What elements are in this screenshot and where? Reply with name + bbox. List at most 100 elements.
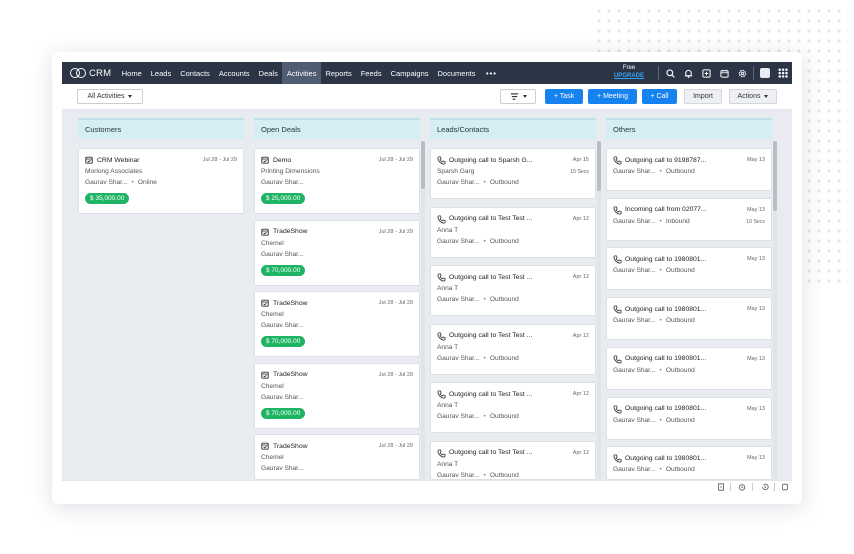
leads-contacts-scrollbar[interactable] <box>597 141 601 481</box>
card-title[interactable]: Outgoing call to 1980801... <box>613 305 706 314</box>
card-title[interactable]: Outgoing call to 1980801... <box>613 355 706 364</box>
nav-accounts[interactable]: Accounts <box>214 62 254 84</box>
card-title[interactable]: Outgoing call to Sparsh G... <box>437 156 533 165</box>
leads-contacts-scroll-thumb[interactable] <box>597 141 601 191</box>
card-related-to[interactable]: Sparsh Garg <box>437 168 474 175</box>
others-scroll-thumb[interactable] <box>773 141 777 211</box>
card-title[interactable]: Outgoing call to 9198787... <box>613 156 707 165</box>
card-title[interactable]: Incoming call from 02077... <box>613 206 707 215</box>
card-related-to[interactable]: Anna T <box>437 227 458 234</box>
card-related-to[interactable]: Morlong Associates <box>85 168 142 175</box>
add-call-button[interactable]: + Call <box>642 89 677 104</box>
nav-campaigns[interactable]: Campaigns <box>386 62 433 84</box>
activity-card-open-deals[interactable]: TradeShow Jul 28 - Jul 29 Chemel Gaurav Sha… <box>254 362 420 429</box>
upgrade-link[interactable]: UPGRADE <box>614 73 644 81</box>
card-related-to[interactable]: Anna T <box>437 461 458 468</box>
activity-card-others[interactable]: Outgoing call to 1980801... May 13 Gaurav … <box>606 297 772 341</box>
nav-documents[interactable]: Documents <box>433 62 480 84</box>
actions-label: Actions <box>737 93 761 100</box>
history-icon[interactable] <box>760 482 770 492</box>
nav-feeds[interactable]: Feeds <box>356 62 386 84</box>
upgrade-badge[interactable]: Free UPGRADE <box>614 65 644 80</box>
nav-leads[interactable]: Leads <box>146 62 175 84</box>
card-title[interactable]: TradeShow <box>261 299 308 307</box>
card-title[interactable]: Demo <box>261 156 291 164</box>
card-date: Jul 28 - Jul 29 <box>378 300 413 306</box>
activity-card-leads-contacts[interactable]: Outgoing call to Test Test ... Apr 12 Anna… <box>430 382 596 433</box>
card-title[interactable]: Outgoing call to Test Test ... <box>437 331 532 341</box>
activity-card-open-deals[interactable]: TradeShow Jul 28 - Jul 29 Chemel Gaurav Sha… <box>254 219 420 286</box>
card-title-text: TradeShow <box>273 442 308 450</box>
card-title[interactable]: Outgoing call to Test Test ... <box>437 273 532 282</box>
card-title[interactable]: Outgoing call to 1980801... <box>613 404 706 414</box>
activity-card-others[interactable]: Outgoing call to 1980801... May 13 Gaurav … <box>606 396 772 440</box>
actions-dropdown[interactable]: Actions <box>729 89 777 104</box>
card-meta: Outbound <box>489 471 519 479</box>
separator-dot: • <box>659 168 662 175</box>
settings-icon[interactable] <box>733 62 751 84</box>
card-meta: Outbound <box>665 317 695 325</box>
activity-card-others[interactable]: Incoming call from 02077... May 13 10 Secs… <box>606 197 772 241</box>
calendar-icon[interactable] <box>715 62 733 84</box>
separator-dot: • <box>483 413 486 420</box>
view-switcher-dropdown[interactable] <box>500 89 536 104</box>
card-title[interactable]: CRM Webinar <box>85 156 140 164</box>
card-title[interactable]: TradeShow <box>261 442 308 450</box>
card-meta: Outbound <box>489 413 519 420</box>
card-owner: Gaurav Shar... <box>437 413 480 420</box>
card-title[interactable]: Outgoing call to 1980801... <box>613 255 706 264</box>
add-task-button[interactable]: + Task <box>545 89 583 104</box>
card-title[interactable]: TradeShow <box>261 228 308 236</box>
nav-activities[interactable]: Activities <box>282 62 321 84</box>
activity-card-others[interactable]: Outgoing call to 1980801... May 13 Gaurav … <box>606 247 772 291</box>
nav-reports[interactable]: Reports <box>321 62 356 84</box>
card-title[interactable]: TradeShow <box>261 371 308 379</box>
card-title-text: Outgoing call to Sparsh G... <box>449 156 533 164</box>
card-title-text: Outgoing call to 9198787... <box>625 156 707 164</box>
card-title[interactable]: Outgoing call to Test Test ... <box>437 214 532 224</box>
card-related-to[interactable]: Anna T <box>437 344 458 351</box>
activity-card-others[interactable]: Outgoing call to 1980801... May 13 Gaurav … <box>606 346 772 390</box>
nav-contacts[interactable]: Contacts <box>176 62 215 84</box>
activity-card-leads-contacts[interactable]: Outgoing call to Test Test ... Apr 12 Anna… <box>430 265 596 316</box>
add-record-icon[interactable] <box>697 62 715 84</box>
calendar-check-icon <box>261 299 269 307</box>
nav-home[interactable]: Home <box>117 62 146 84</box>
card-title[interactable]: Outgoing call to 1980801... <box>613 454 706 463</box>
activity-card-leads-contacts[interactable]: Outgoing call to Test Test ... Apr 12 Anna… <box>430 323 596 375</box>
activity-card-leads-contacts[interactable]: Outgoing call to Sparsh G... Apr 15 15 Sec… <box>430 148 596 199</box>
card-related-to[interactable]: Anna T <box>437 285 458 292</box>
activity-card-customers[interactable]: CRM Webinar Jul 28 - Jul 29 Morlong Associ… <box>78 148 244 214</box>
bell-icon[interactable] <box>679 62 697 84</box>
open-deals-scrollbar[interactable] <box>421 141 425 481</box>
card-related-to[interactable]: Chemel <box>261 454 284 461</box>
alarm-icon[interactable] <box>737 482 747 492</box>
nav-deals[interactable]: Deals <box>254 62 282 84</box>
nav-more-menu[interactable]: ••• <box>480 62 503 84</box>
card-related-to[interactable]: Chemel <box>261 383 284 390</box>
card-title[interactable]: Outgoing call to Test Test ... <box>437 390 532 399</box>
open-deals-scroll-thumb[interactable] <box>421 141 425 189</box>
card-related-to[interactable]: Printing Dimensions <box>261 168 320 175</box>
card-related-to[interactable]: Chemel <box>261 240 284 247</box>
add-meeting-button[interactable]: + Meeting <box>588 89 637 104</box>
activity-card-open-deals[interactable]: TradeShow Jul 28 - Jul 29 Chemel Gaurav Sha… <box>254 291 420 357</box>
apps-grid-icon[interactable] <box>774 62 792 84</box>
card-title[interactable]: Outgoing call to Test Test ... <box>437 448 532 458</box>
activity-card-open-deals[interactable]: TradeShow Jul 28 - Jul 29 Chemel Gaurav Sha… <box>254 434 420 480</box>
activity-card-leads-contacts[interactable]: Outgoing call to Test Test ... Apr 12 Anna… <box>430 206 596 258</box>
activity-card-others[interactable]: Outgoing call to 1980801... May 13 Gaurav … <box>606 446 772 480</box>
activity-card-others[interactable]: Outgoing call to 9198787... May 13 Gaurav … <box>606 148 772 191</box>
crm-logo[interactable]: CRM <box>62 62 117 84</box>
avatar[interactable] <box>756 62 774 84</box>
activity-card-open-deals[interactable]: Demo Jul 28 - Jul 29 Printing Dimensions Ga… <box>254 148 420 214</box>
all-activities-dropdown[interactable]: All Activities <box>77 89 143 104</box>
search-icon[interactable] <box>661 62 679 84</box>
card-owner-row: Gaurav Shar... • Outbound <box>437 355 519 362</box>
card-related-to[interactable]: Anna T <box>437 402 458 409</box>
notes-icon[interactable] <box>780 482 790 492</box>
card-related-to[interactable]: Chemel <box>261 311 284 318</box>
sales-signals-icon[interactable] <box>716 482 726 492</box>
activity-card-leads-contacts[interactable]: Outgoing call to Test Test ... Apr 12 Anna… <box>430 440 596 480</box>
import-button[interactable]: Import <box>684 89 722 104</box>
